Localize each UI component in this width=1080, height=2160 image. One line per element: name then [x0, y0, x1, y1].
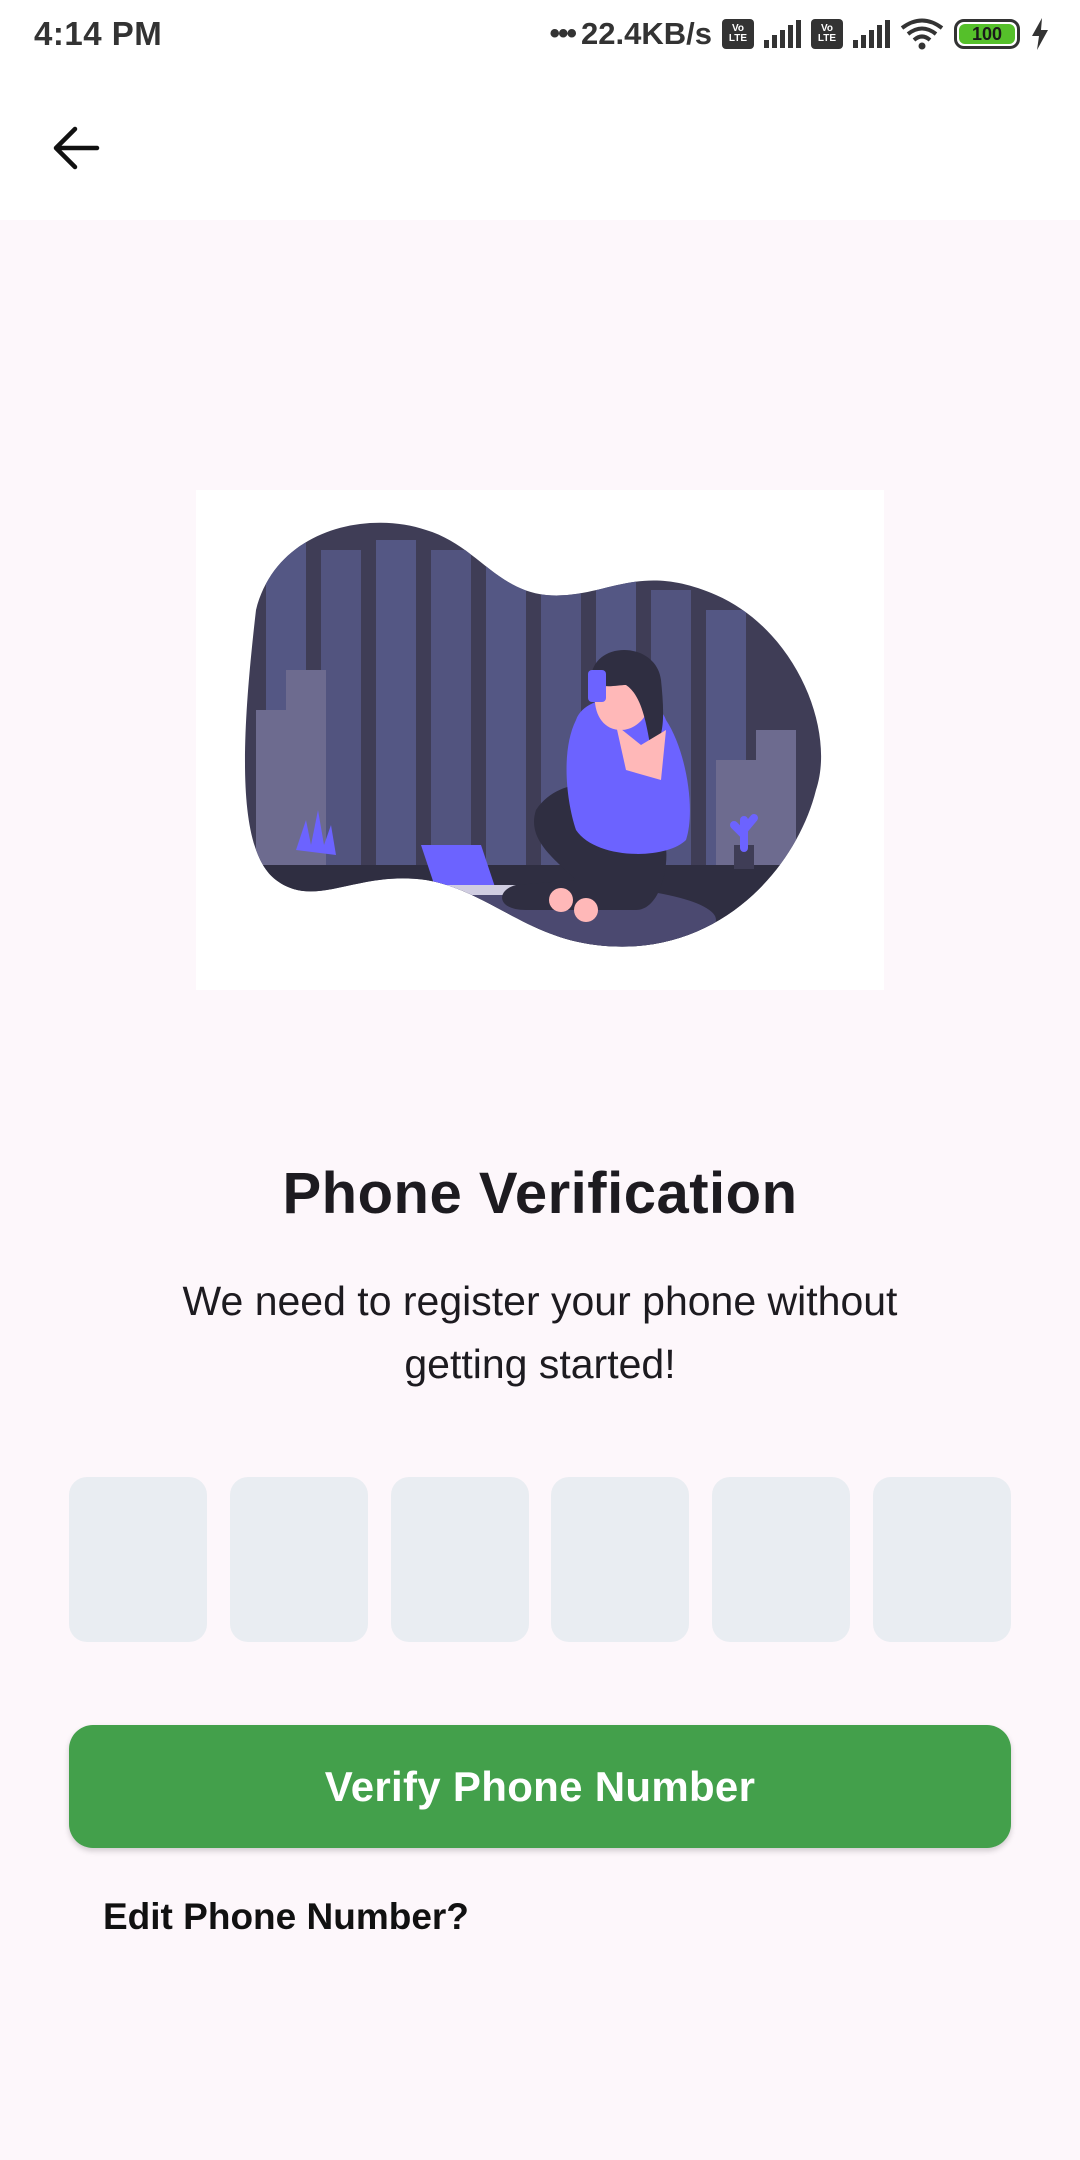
signal-icon: [853, 20, 890, 48]
otp-digit-5[interactable]: [712, 1477, 851, 1642]
signal-icon: [764, 20, 801, 48]
network-speed: 22.4KB/s: [581, 16, 712, 51]
volte-icon: Vo LTE: [722, 19, 754, 49]
otp-digit-2[interactable]: [229, 1477, 368, 1642]
status-time: 4:14 PM: [34, 15, 163, 52]
otp-digit-1[interactable]: [69, 1477, 207, 1642]
battery-icon: 100: [954, 19, 1020, 49]
arrow-left-icon: [53, 126, 100, 170]
otp-digit-4[interactable]: [551, 1477, 690, 1642]
otp-input-row: [69, 1477, 1011, 1642]
otp-digit-3[interactable]: [390, 1477, 529, 1642]
page-title: Phone Verification: [282, 1161, 798, 1226]
volte-icon: Vo LTE: [811, 19, 843, 49]
status-icons: ••• 22.4KB/s Vo LTE Vo LTE 100: [550, 16, 1050, 52]
back-button[interactable]: [40, 112, 112, 184]
app-bar: [0, 68, 1080, 220]
charging-icon: [1032, 18, 1048, 50]
woman-on-phone-illustration: [244, 522, 822, 947]
dots-icon: •••: [549, 17, 577, 50]
otp-digit-6[interactable]: [872, 1477, 1011, 1642]
edit-phone-number-link[interactable]: Edit Phone Number?: [103, 1890, 469, 1944]
wifi-icon: [900, 18, 944, 50]
battery-level: 100: [959, 24, 1015, 44]
status-bar: 4:14 PM ••• 22.4KB/s Vo LTE Vo LTE 100: [0, 0, 1080, 68]
verify-phone-button[interactable]: Verify Phone Number: [69, 1725, 1011, 1848]
page-subtitle: We need to register your phone without g…: [182, 1278, 898, 1387]
illustration: [196, 490, 884, 990]
